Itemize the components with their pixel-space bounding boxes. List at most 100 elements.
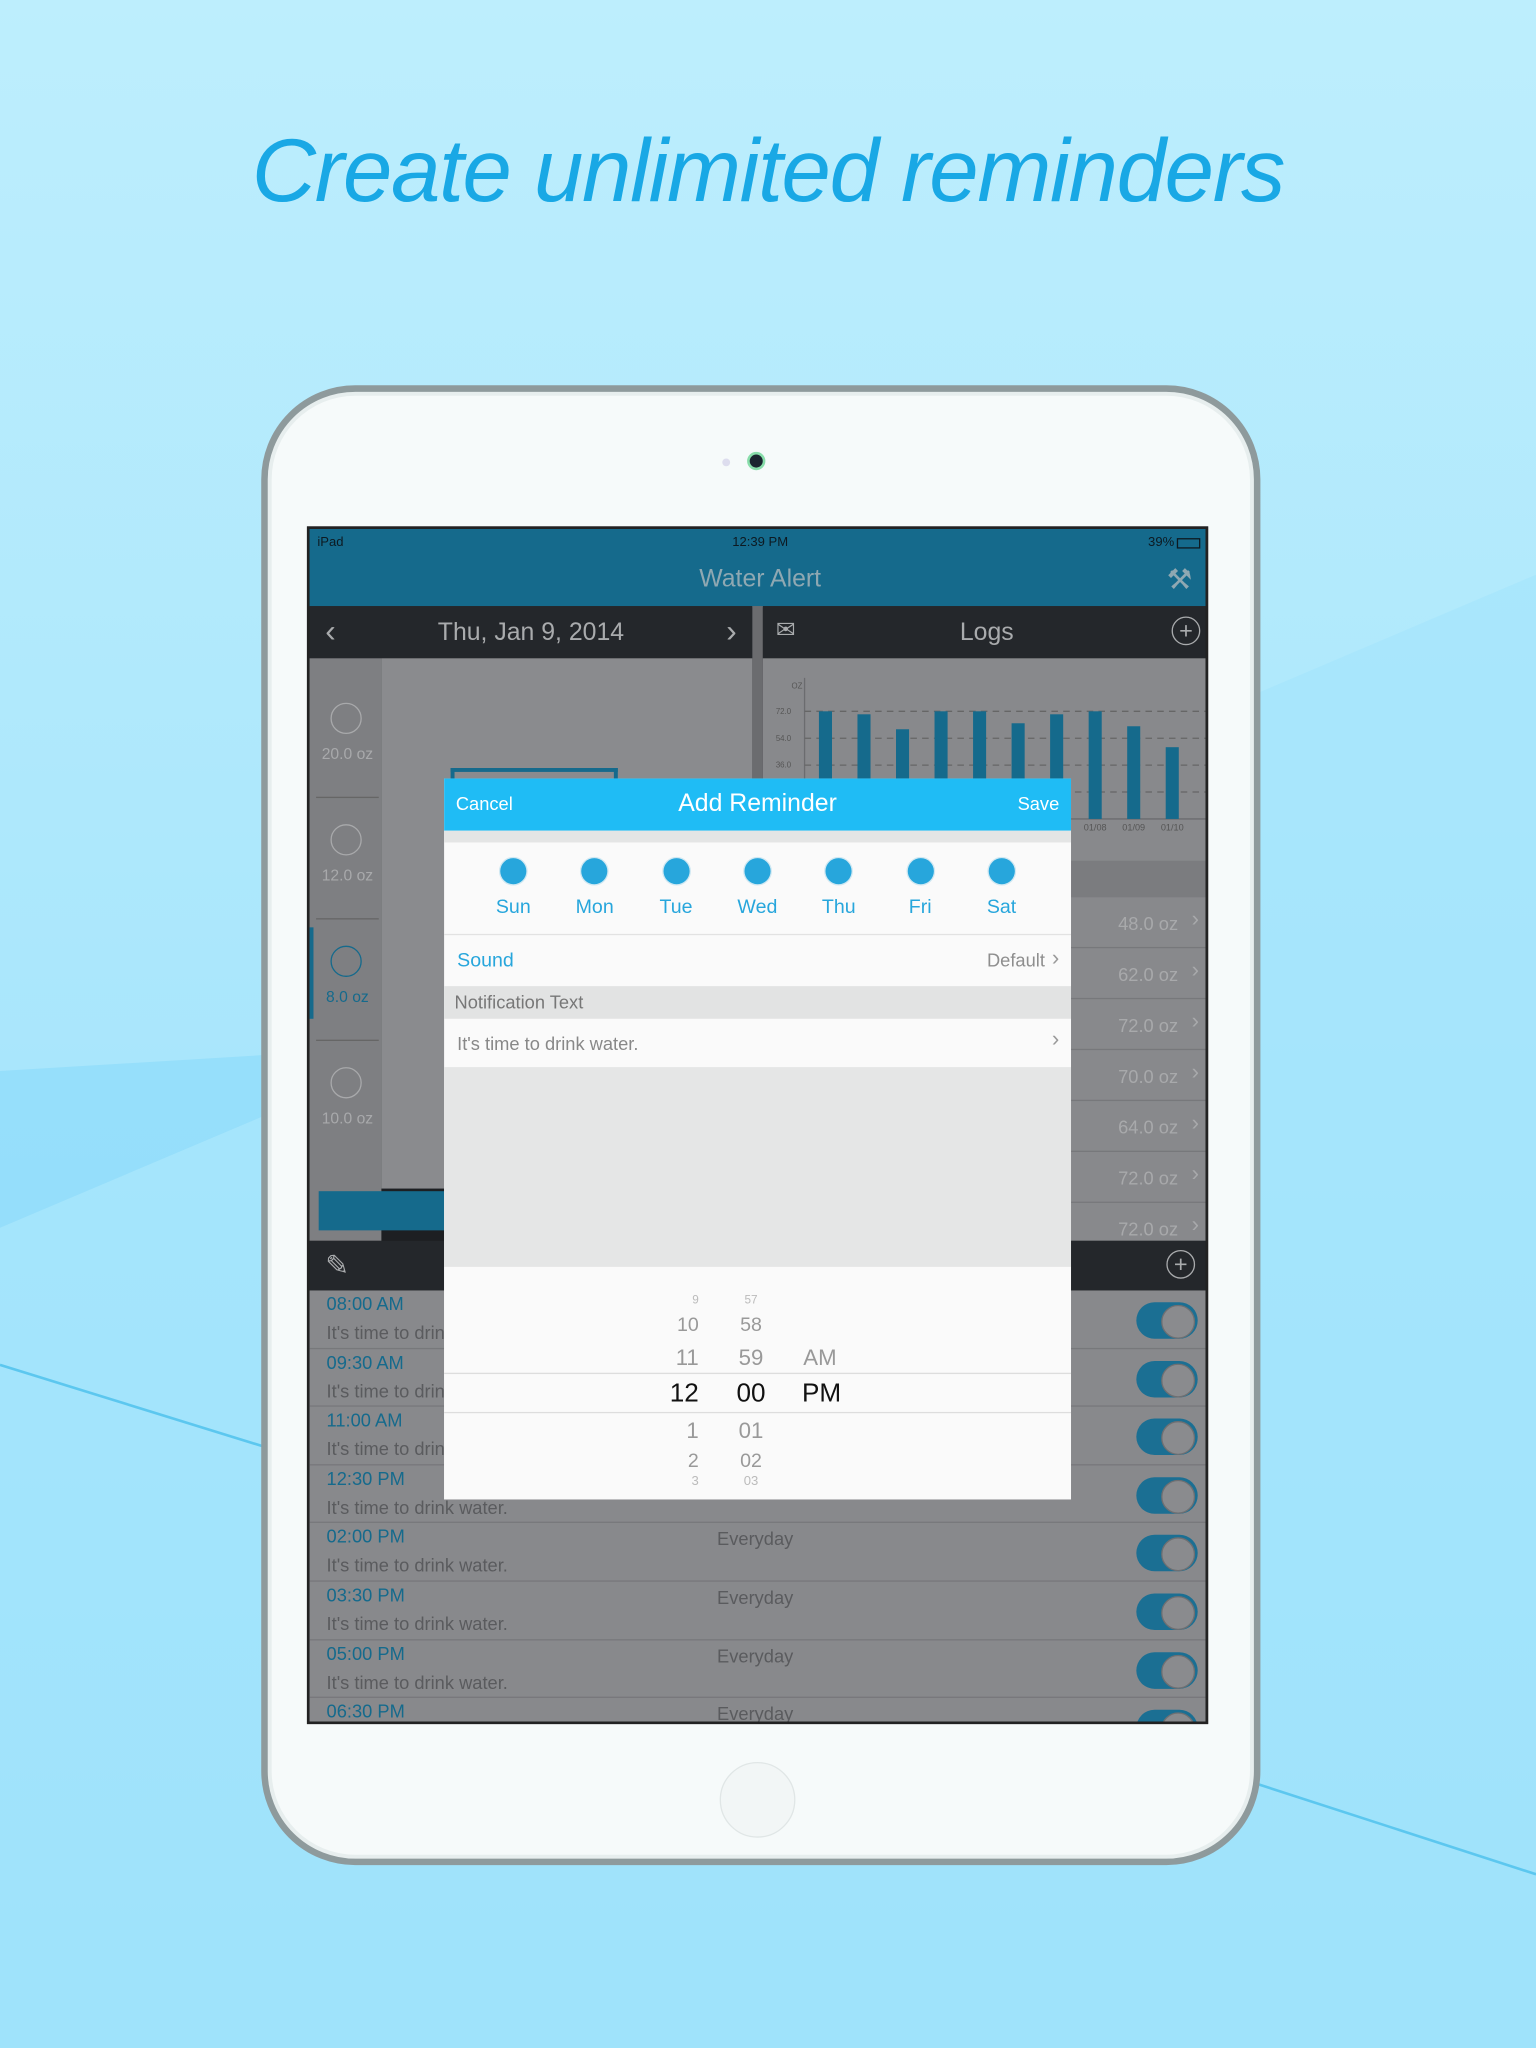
reminder-toggle[interactable] xyxy=(1136,1535,1198,1572)
chevron-right-icon: › xyxy=(1051,1026,1060,1052)
reminder-row[interactable]: 05:00 PM It's time to drink water. Every… xyxy=(309,1640,1206,1699)
day-label: Mon xyxy=(575,895,614,919)
add-reminder-modal: Cancel Add Reminder Save Sun Mon Tue Wed… xyxy=(444,778,1072,1500)
picker-minute[interactable]: 03 xyxy=(725,1475,777,1489)
picker-minute[interactable]: 58 xyxy=(725,1314,777,1336)
date-label: Thu, Jan 9, 2014 xyxy=(437,619,625,647)
chevron-right-icon: › xyxy=(1051,945,1060,971)
cup-icon xyxy=(330,824,362,856)
reminder-time: 08:00 AM xyxy=(326,1293,404,1314)
picker-minute[interactable]: 00 xyxy=(725,1379,777,1409)
day-toggle[interactable]: Mon xyxy=(562,856,627,919)
cup-sidebar: 20.0 oz 12.0 oz 8.0 oz 10.0 oz xyxy=(309,658,382,1241)
add-reminder-icon[interactable]: + xyxy=(1166,1249,1196,1279)
picker-hour[interactable]: 11 xyxy=(640,1345,699,1371)
log-value: 72.0 oz xyxy=(1118,1014,1179,1036)
home-button[interactable] xyxy=(719,1761,796,1838)
spacer xyxy=(444,1067,1072,1267)
day-toggle[interactable]: Fri xyxy=(888,856,953,919)
logs-title: Logs xyxy=(959,619,1014,647)
reminder-text: It's time to drink water. xyxy=(326,1496,508,1518)
day-dot-icon xyxy=(498,856,528,886)
picker-hour[interactable]: 10 xyxy=(640,1314,699,1336)
edit-icon[interactable]: ✎ xyxy=(325,1249,349,1283)
reminder-row[interactable]: 02:00 PM It's time to drink water. Every… xyxy=(309,1523,1206,1582)
divider xyxy=(316,918,379,920)
log-value: 72.0 oz xyxy=(1118,1167,1179,1189)
sound-row[interactable]: Sound Default › xyxy=(444,933,1072,986)
bar xyxy=(1165,747,1179,819)
reminder-toggle[interactable] xyxy=(1136,1302,1198,1339)
reminder-time: 09:30 AM xyxy=(326,1351,404,1373)
reminder-time: 12:30 PM xyxy=(326,1467,405,1489)
cup-item[interactable]: 10.0 oz xyxy=(310,1049,382,1153)
picker-pm[interactable]: PM xyxy=(802,1379,841,1409)
separator xyxy=(444,830,1072,843)
chevron-right-icon: › xyxy=(1191,1008,1200,1034)
notification-header: Notification Text xyxy=(444,986,1072,1019)
reminder-toggle[interactable] xyxy=(1136,1418,1198,1456)
day-toggle[interactable]: Tue xyxy=(643,856,708,919)
y-tick-label: 72.0 xyxy=(776,707,792,716)
save-button[interactable]: Save xyxy=(1018,793,1060,814)
picker-minute[interactable]: 57 xyxy=(725,1293,777,1306)
day-toggle[interactable]: Thu xyxy=(806,856,871,918)
day-dot-icon xyxy=(661,856,691,886)
reminder-time: 06:30 PM xyxy=(326,1700,405,1722)
bar xyxy=(1127,726,1141,819)
cup-item[interactable]: 12.0 oz xyxy=(310,806,382,910)
next-day-icon[interactable]: › xyxy=(726,614,736,651)
reminder-time: 02:00 PM xyxy=(326,1526,405,1547)
modal-header: Cancel Add Reminder Save xyxy=(444,778,1072,831)
log-value: 48.0 oz xyxy=(1118,912,1179,934)
day-label: Fri xyxy=(908,895,932,919)
reminder-row[interactable]: 03:30 PM It's time to drink water. Every… xyxy=(309,1582,1206,1640)
picker-hour[interactable]: 12 xyxy=(640,1379,699,1409)
y-tick-label: 54.0 xyxy=(776,734,792,743)
picker-minute[interactable]: 01 xyxy=(725,1418,777,1444)
reminder-toggle[interactable] xyxy=(1136,1360,1198,1398)
tools-icon[interactable]: ⚒ xyxy=(1167,563,1193,597)
picker-hour[interactable]: 2 xyxy=(640,1450,699,1472)
divider xyxy=(316,796,379,799)
divider xyxy=(316,1039,379,1041)
add-log-icon[interactable]: + xyxy=(1171,616,1201,646)
reminder-toggle[interactable] xyxy=(1136,1476,1198,1514)
log-value: 62.0 oz xyxy=(1118,963,1179,985)
modal-title: Add Reminder xyxy=(678,790,837,818)
chevron-right-icon: › xyxy=(1191,1161,1200,1186)
day-dot-icon xyxy=(905,856,935,886)
reminder-toggle[interactable] xyxy=(1136,1709,1198,1722)
picker-minute[interactable]: 59 xyxy=(725,1345,777,1371)
reminder-time: 11:00 AM xyxy=(326,1409,403,1431)
day-dot-icon xyxy=(824,856,854,886)
time-picker[interactable]: 9 57 10 58 11 59 12 00 1 01 2 02 3 03 AM PM xyxy=(444,1266,1072,1500)
day-toggle[interactable]: Sat xyxy=(969,856,1034,918)
cup-label: 12.0 oz xyxy=(321,865,374,885)
reminder-row[interactable]: 06:30 PM Everyday xyxy=(310,1698,1206,1722)
bar xyxy=(1088,711,1102,819)
cup-icon xyxy=(330,702,362,735)
reminder-toggle[interactable] xyxy=(1136,1593,1198,1631)
cup-item[interactable]: 8.0 oz xyxy=(309,927,382,1031)
picker-am[interactable]: AM xyxy=(803,1345,836,1371)
picker-hour[interactable]: 3 xyxy=(640,1475,699,1489)
day-dot-icon xyxy=(743,856,772,886)
notification-text: It's time to drink water. xyxy=(457,1033,639,1055)
picker-hour[interactable]: 1 xyxy=(640,1418,698,1444)
status-battery: 39% xyxy=(1148,535,1175,550)
reminder-toggle[interactable] xyxy=(1136,1651,1198,1689)
cup-label: 8.0 oz xyxy=(326,987,369,1006)
chevron-right-icon: › xyxy=(1191,1212,1200,1237)
day-label: Tue xyxy=(659,895,693,919)
day-toggle[interactable]: Sun xyxy=(481,856,546,918)
log-value: 64.0 oz xyxy=(1118,1116,1179,1138)
picker-minute[interactable]: 02 xyxy=(725,1450,777,1472)
cup-icon xyxy=(330,1067,362,1099)
picker-hour[interactable]: 9 xyxy=(640,1293,699,1306)
notification-text-row[interactable]: It's time to drink water. › xyxy=(444,1019,1071,1067)
day-header: ‹ Thu, Jan 9, 2014 › xyxy=(309,606,753,659)
day-toggle[interactable]: Wed xyxy=(725,856,790,918)
headline: Create unlimited reminders xyxy=(251,121,1286,221)
cup-item[interactable]: 20.0 oz xyxy=(310,684,382,788)
